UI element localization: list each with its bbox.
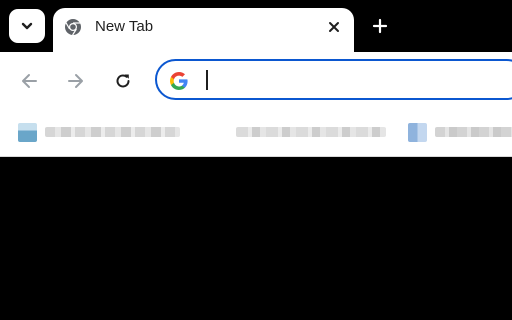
bookmark-item[interactable] (408, 116, 512, 148)
bookmarks-bar (0, 109, 512, 157)
arrow-right-icon (68, 74, 83, 88)
bookmark-item[interactable] (18, 116, 180, 148)
tab-title: New Tab (95, 18, 154, 35)
reload-button[interactable] (109, 67, 137, 95)
bookmark-item[interactable] (236, 116, 386, 148)
omnibox[interactable] (155, 59, 512, 100)
text-caret (206, 70, 208, 90)
tab-new-tab[interactable]: New Tab (53, 8, 354, 56)
chevron-down-icon (21, 22, 33, 30)
tab-strip: New Tab (0, 0, 512, 56)
address-input[interactable] (203, 67, 503, 93)
close-icon (329, 22, 339, 32)
new-tab-button[interactable] (366, 12, 394, 40)
plus-icon (372, 18, 388, 34)
tab-search-button[interactable] (9, 9, 45, 43)
bookmark-label (435, 127, 512, 137)
reload-icon (116, 74, 130, 88)
back-button[interactable] (15, 67, 43, 95)
bookmark-favicon-icon (408, 122, 427, 142)
google-g-icon (170, 72, 188, 90)
forward-button[interactable] (62, 67, 90, 95)
bookmark-favicon-icon (18, 122, 37, 142)
chrome-icon (65, 19, 81, 36)
toolbar (0, 52, 512, 109)
arrow-left-icon (22, 74, 37, 88)
bookmark-label (236, 127, 386, 137)
tab-close-button[interactable] (322, 15, 346, 39)
bookmark-label (45, 127, 180, 137)
